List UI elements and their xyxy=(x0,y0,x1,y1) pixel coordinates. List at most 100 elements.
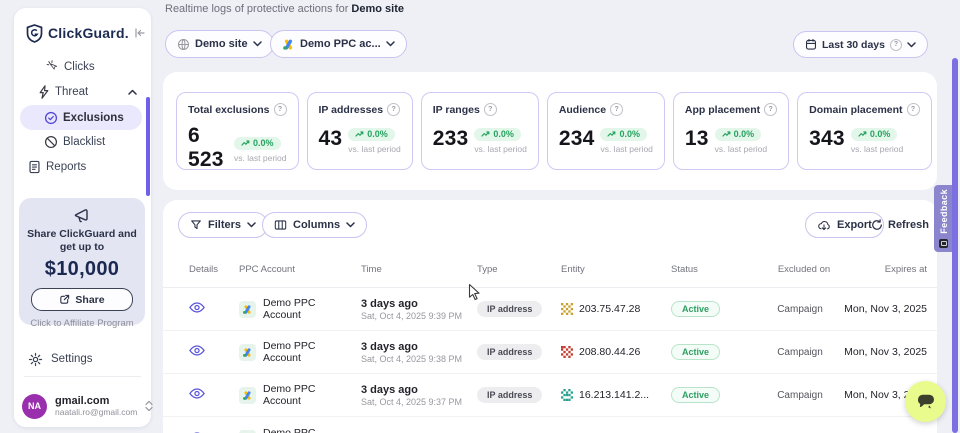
chevron-up-icon xyxy=(128,89,137,95)
time-absolute: Sat, Oct 4, 2025 9:39 PM xyxy=(361,311,469,321)
details-eye-button[interactable] xyxy=(189,388,205,399)
identicon xyxy=(561,303,573,315)
ppc-account-name: Demo PPC Account xyxy=(263,297,353,321)
feedback-label: Feedback xyxy=(939,189,949,234)
stat-change: 0.0% xyxy=(367,129,388,139)
help-icon[interactable]: ? xyxy=(610,103,623,116)
stat-compare: vs. last period xyxy=(234,153,286,163)
sidebar-item-label: Threat xyxy=(55,86,88,98)
sidebar-item-exclusions[interactable]: Exclusions xyxy=(20,105,142,130)
excluded-on-value: Campaign xyxy=(763,390,837,401)
stat-value: 13 xyxy=(685,127,709,151)
stats-panel: Total exclusions? 6 523 0.0% vs. last pe… xyxy=(163,72,937,190)
help-icon[interactable]: ? xyxy=(274,103,287,116)
stat-compare: vs. last period xyxy=(348,144,400,154)
stat-value: 43 xyxy=(319,127,343,151)
account-switcher[interactable]: NA gmail.com naatali.ro@gmail.com xyxy=(22,389,147,423)
stat-trend: 0.0% vs. last period xyxy=(851,124,903,154)
stat-change: 0.0% xyxy=(870,129,891,139)
columns-label: Columns xyxy=(293,219,340,231)
stat-domain-placement: Domain placement? 343 0.0% vs. last peri… xyxy=(797,92,931,170)
affiliate-link[interactable]: Click to Affiliate Program xyxy=(19,318,145,329)
ppc-selector-value: Demo PPC ac... xyxy=(300,38,381,50)
sidebar-scrollbar[interactable] xyxy=(146,97,150,196)
chat-launcher-button[interactable] xyxy=(905,381,946,422)
sidebar-item-label: Reports xyxy=(46,161,86,173)
stat-value: 233 xyxy=(433,127,469,151)
col-header-entity: Entity xyxy=(553,264,663,275)
page-subtitle: Realtime logs of protective actions forD… xyxy=(165,3,404,15)
help-icon[interactable]: ? xyxy=(387,103,400,116)
collapse-sidebar-icon[interactable] xyxy=(134,28,146,38)
globe-icon xyxy=(177,38,190,51)
ppc-account-name: Demo PPC Account xyxy=(263,383,353,407)
export-label: Export xyxy=(837,219,872,231)
stat-value: 6 523 xyxy=(188,124,228,172)
expires-at-value: Mon, Nov 3, 2025 xyxy=(837,346,929,358)
stat-compare: vs. last period xyxy=(600,144,652,154)
columns-button[interactable]: Columns xyxy=(262,212,367,238)
avatar: NA xyxy=(22,394,47,419)
trend-up-icon xyxy=(481,131,490,137)
select-caret-icon xyxy=(145,400,153,412)
cursor-click-icon xyxy=(46,60,59,73)
help-icon[interactable]: ? xyxy=(764,103,777,116)
check-circle-icon xyxy=(44,111,58,125)
sidebar-item-settings[interactable]: Settings xyxy=(28,348,93,370)
google-ads-icon xyxy=(239,344,256,361)
status-badge: Active xyxy=(671,387,720,403)
stat-total-exclusions: Total exclusions? 6 523 0.0% vs. last pe… xyxy=(176,92,299,170)
refresh-button[interactable]: Refresh xyxy=(871,212,929,238)
trend-up-icon xyxy=(241,140,250,146)
help-icon[interactable]: ? xyxy=(484,103,497,116)
site-selector[interactable]: Demo site xyxy=(165,30,274,58)
sidebar: ClickGuard. Clicks Threat Exclusio xyxy=(14,8,151,427)
stat-label: Audience xyxy=(559,104,606,116)
type-badge: IP address xyxy=(477,344,542,360)
prohibited-icon xyxy=(44,135,58,149)
stat-compare: vs. last period xyxy=(851,144,903,154)
share-button[interactable]: Share xyxy=(31,288,133,311)
help-icon[interactable]: ? xyxy=(890,39,902,51)
sidebar-item-blacklist[interactable]: Blacklist xyxy=(14,129,151,154)
stat-ip-ranges: IP ranges? 233 0.0% vs. last period xyxy=(421,92,539,170)
details-eye-button[interactable] xyxy=(189,302,205,313)
chevron-down-icon xyxy=(346,222,355,228)
filters-button[interactable]: Filters xyxy=(178,212,268,238)
lightning-icon xyxy=(38,85,50,99)
help-icon[interactable]: ? xyxy=(907,103,920,116)
chevron-down-icon xyxy=(386,41,395,47)
feedback-icon xyxy=(939,239,948,248)
date-range-selector[interactable]: Last 30 days ? xyxy=(793,31,928,58)
chevron-down-icon xyxy=(247,222,256,228)
stat-change: 0.0% xyxy=(493,129,514,139)
ppc-account-selector[interactable]: Demo PPC ac... xyxy=(270,30,407,58)
stat-trend: 0.0% vs. last period xyxy=(474,124,526,154)
page-scrollbar[interactable] xyxy=(952,58,958,433)
stat-value: 234 xyxy=(559,127,595,151)
logs-panel: Filters Columns Export Refresh xyxy=(163,200,937,433)
affiliate-promo-card: Share ClickGuard and get up to $10,000 S… xyxy=(19,198,145,325)
shield-logo-icon xyxy=(26,24,43,43)
entity-value: 208.80.44.26 xyxy=(579,346,640,358)
sidebar-item-threat[interactable]: Threat xyxy=(14,79,151,104)
sidebar-item-reports[interactable]: Reports xyxy=(14,154,151,179)
col-header-details: Details xyxy=(177,264,231,275)
account-email: naatali.ro@gmail.com xyxy=(55,407,137,418)
feedback-tab[interactable]: Feedback xyxy=(934,185,953,252)
col-header-type: Type xyxy=(469,264,553,275)
stat-audience: Audience? 234 0.0% vs. last period xyxy=(547,92,665,170)
table-header-row: Details PPC Account Time Type Entity Sta… xyxy=(163,252,937,288)
trend-up-icon xyxy=(858,131,867,137)
identicon xyxy=(561,346,573,358)
stat-trend: 0.0% vs. last period xyxy=(600,124,652,154)
identicon xyxy=(561,389,573,401)
stat-change: 0.0% xyxy=(619,129,640,139)
promo-text-line2: get up to xyxy=(19,241,145,254)
stat-app-placement: App placement? 13 0.0% vs. last period xyxy=(673,92,789,170)
details-eye-button[interactable] xyxy=(189,345,205,356)
time-relative: 3 days ago xyxy=(361,298,469,310)
sidebar-item-label: Clicks xyxy=(64,61,95,73)
sidebar-item-clicks[interactable]: Clicks xyxy=(14,54,151,79)
time-absolute: Sat, Oct 4, 2025 9:37 PM xyxy=(361,397,469,407)
